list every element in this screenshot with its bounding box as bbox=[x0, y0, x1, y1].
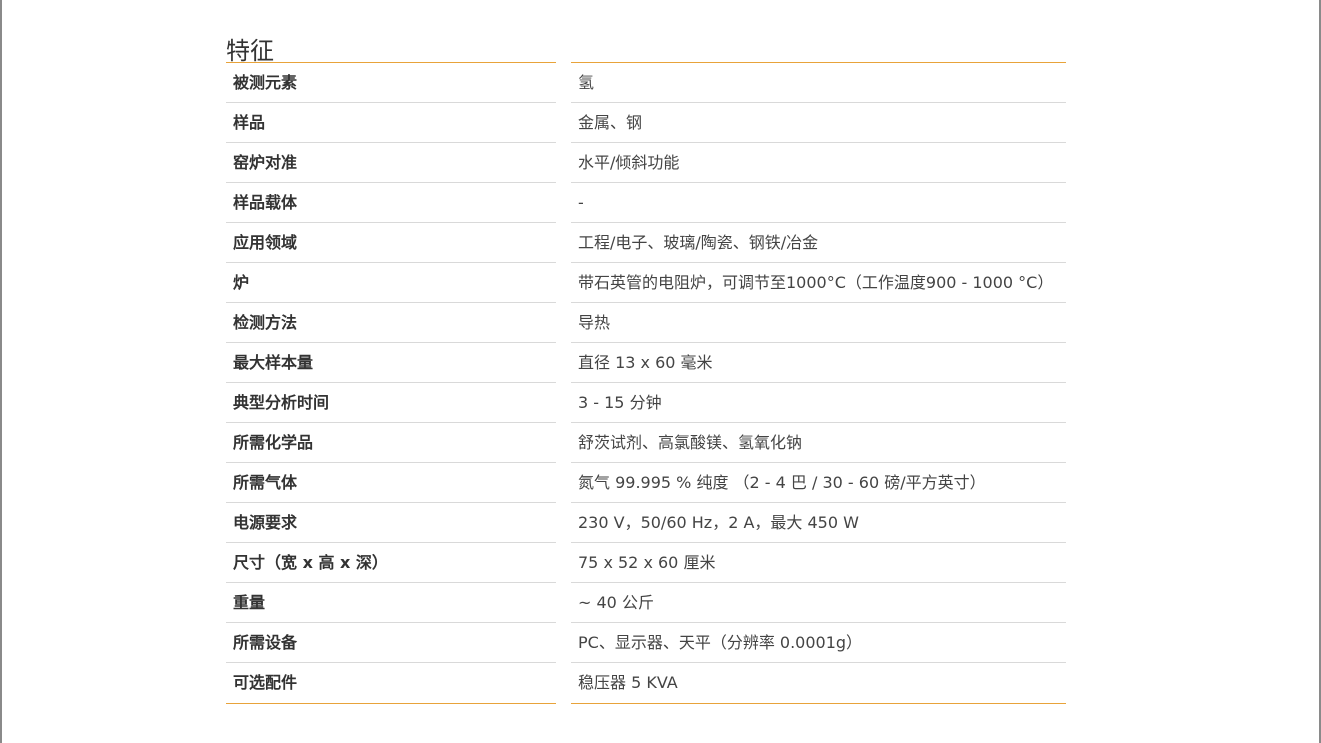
spec-row-furnace-alignment: 窑炉对准 水平/倾斜功能 bbox=[226, 143, 1066, 183]
spec-label: 所需气体 bbox=[233, 473, 298, 492]
spec-row-equipment: 所需设备 PC、显示器、天平（分辨率 0.0001g） bbox=[226, 623, 1066, 663]
spec-label: 应用领域 bbox=[233, 233, 298, 252]
spec-value: 导热 bbox=[578, 313, 611, 332]
spec-row-element: 被测元素 氢 bbox=[226, 63, 1066, 103]
spec-row-chemicals: 所需化学品 舒茨试剂、高氯酸镁、氢氧化钠 bbox=[226, 423, 1066, 463]
spec-table: 被测元素 氢 样品 金属、钢 窑炉对准 水平/倾斜功能 样品载体 - 应用领域 … bbox=[226, 62, 1066, 704]
spec-label: 所需化学品 bbox=[233, 433, 314, 452]
spec-row-weight: 重量 ~ 40 公斤 bbox=[226, 583, 1066, 623]
spec-label: 被测元素 bbox=[233, 73, 298, 92]
spec-label: 检测方法 bbox=[233, 313, 298, 332]
spec-value: - bbox=[578, 193, 584, 212]
spec-row-dimensions: 尺寸（宽 x 高 x 深） 75 x 52 x 60 厘米 bbox=[226, 543, 1066, 583]
spec-label: 可选配件 bbox=[233, 673, 298, 692]
spec-label: 样品载体 bbox=[233, 193, 298, 212]
spec-label: 炉 bbox=[233, 273, 250, 292]
spec-row-max-sample-size: 最大样本量 直径 13 x 60 毫米 bbox=[226, 343, 1066, 383]
spec-value: 带石英管的电阻炉，可调节至1000°C（工作温度900 - 1000 °C） bbox=[578, 273, 1054, 292]
spec-label: 所需设备 bbox=[233, 633, 298, 652]
spec-row-power: 电源要求 230 V，50/60 Hz，2 A，最大 450 W bbox=[226, 503, 1066, 543]
spec-value: 舒茨试剂、高氯酸镁、氢氧化钠 bbox=[578, 433, 803, 452]
table-bottom-rule bbox=[226, 703, 1066, 704]
spec-label: 尺寸（宽 x 高 x 深） bbox=[233, 553, 388, 572]
spec-value: 稳压器 5 KVA bbox=[578, 673, 678, 692]
spec-row-gas: 所需气体 氮气 99.995 % 纯度 （2 - 4 巴 / 30 - 60 磅… bbox=[226, 463, 1066, 503]
spec-row-options: 可选配件 稳压器 5 KVA bbox=[226, 663, 1066, 703]
spec-row-detection: 检测方法 导热 bbox=[226, 303, 1066, 343]
spec-label: 最大样本量 bbox=[233, 353, 314, 372]
spec-value: 230 V，50/60 Hz，2 A，最大 450 W bbox=[578, 513, 859, 532]
spec-row-application: 应用领域 工程/电子、玻璃/陶瓷、钢铁/冶金 bbox=[226, 223, 1066, 263]
spec-row-sample-carrier: 样品载体 - bbox=[226, 183, 1066, 223]
spec-label: 重量 bbox=[233, 593, 266, 612]
spec-row-analysis-time: 典型分析时间 3 - 15 分钟 bbox=[226, 383, 1066, 423]
spec-value: 金属、钢 bbox=[578, 113, 643, 132]
bottom-rule-left bbox=[226, 703, 556, 704]
spec-label: 窑炉对准 bbox=[233, 153, 298, 172]
bottom-rule-right bbox=[571, 703, 1066, 704]
spec-value: ~ 40 公斤 bbox=[578, 593, 654, 612]
spec-value: 氢 bbox=[578, 73, 595, 92]
spec-value: 直径 13 x 60 毫米 bbox=[578, 353, 713, 372]
spec-value: 水平/倾斜功能 bbox=[578, 153, 680, 172]
spec-label: 电源要求 bbox=[233, 513, 298, 532]
spec-row-furnace: 炉 带石英管的电阻炉，可调节至1000°C（工作温度900 - 1000 °C） bbox=[226, 263, 1066, 303]
spec-label: 典型分析时间 bbox=[233, 393, 330, 412]
spec-value: 工程/电子、玻璃/陶瓷、钢铁/冶金 bbox=[578, 233, 819, 252]
spec-value: PC、显示器、天平（分辨率 0.0001g） bbox=[578, 633, 863, 652]
spec-label: 样品 bbox=[233, 113, 266, 132]
spec-value: 氮气 99.995 % 纯度 （2 - 4 巴 / 30 - 60 磅/平方英寸… bbox=[578, 473, 986, 492]
spec-value: 3 - 15 分钟 bbox=[578, 393, 662, 412]
spec-row-sample: 样品 金属、钢 bbox=[226, 103, 1066, 143]
window-left-edge bbox=[0, 0, 2, 743]
spec-value: 75 x 52 x 60 厘米 bbox=[578, 553, 716, 572]
